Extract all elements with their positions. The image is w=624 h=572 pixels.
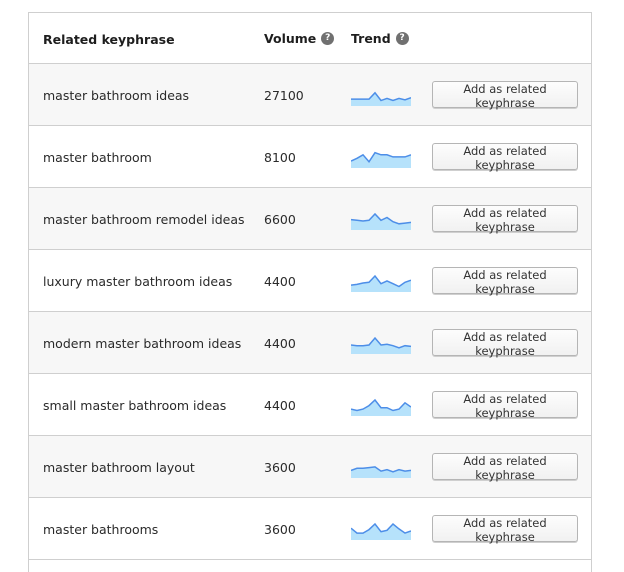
table-header: Related keyphrase Volume ? Trend ? [29, 13, 591, 64]
keyphrase-cell: small master bathroom ideas [43, 398, 227, 413]
table-body: master bathroom ideas 27100 Add as related… [29, 64, 591, 560]
add-related-keyphrase-button[interactable]: Add as related keyphrase [432, 329, 578, 358]
add-related-keyphrase-button[interactable]: Add as related keyphrase [432, 267, 578, 296]
keyphrase-cell: master bathroom remodel ideas [43, 212, 245, 227]
table-row: master bathrooms 3600 Add as related keyph… [29, 498, 591, 560]
trend-sparkline [351, 336, 411, 354]
add-related-keyphrase-button[interactable]: Add as related keyphrase [432, 81, 578, 110]
trend-line [351, 91, 411, 102]
keyphrase-cell: master bathroom [43, 150, 152, 165]
keyphrase-cell: luxury master bathroom ideas [43, 274, 233, 289]
trend-sparkline [351, 91, 411, 106]
table-row: luxury master bathroom ideas 4400 Add as r… [29, 250, 591, 312]
table-row: master bathroom ideas 27100 Add as related… [29, 64, 591, 126]
add-related-keyphrase-button[interactable]: Add as related keyphrase [432, 143, 578, 172]
add-related-keyphrase-button[interactable]: Add as related keyphrase [432, 205, 578, 234]
volume-help-icon[interactable]: ? [321, 32, 335, 45]
volume-cell: 4400 [264, 398, 296, 413]
header-trend-label: Trend [351, 31, 391, 46]
add-related-keyphrase-button[interactable]: Add as related keyphrase [432, 391, 578, 420]
add-related-keyphrase-button[interactable]: Add as related keyphrase [432, 515, 578, 544]
keyphrase-cell: master bathrooms [43, 522, 159, 537]
volume-cell: 6600 [264, 212, 296, 227]
trend-sparkline [351, 151, 411, 168]
related-keyphrases-table: Related keyphrase Volume ? Trend ? maste… [28, 12, 592, 572]
trend-sparkline [351, 212, 411, 230]
keyphrase-cell: modern master bathroom ideas [43, 336, 242, 351]
header-volume: Volume ? [264, 31, 335, 46]
trend-sparkline [351, 274, 411, 292]
header-volume-label: Volume [264, 31, 317, 46]
trend-sparkline [351, 398, 411, 416]
header-trend: Trend ? [351, 31, 409, 46]
add-related-keyphrase-button[interactable]: Add as related keyphrase [432, 453, 578, 482]
volume-cell: 4400 [264, 274, 296, 289]
volume-cell: 4400 [264, 336, 296, 351]
table-row: modern master bathroom ideas 4400 Add as r… [29, 312, 591, 374]
table-row: master bathroom layout 3600 Add as related… [29, 436, 591, 498]
table-row: master bathroom remodel ideas 6600 Add as … [29, 188, 591, 250]
keyphrase-cell: master bathroom layout [43, 460, 195, 475]
volume-cell: 3600 [264, 522, 296, 537]
volume-cell: 3600 [264, 460, 296, 475]
volume-cell: 8100 [264, 150, 296, 165]
table-row: small master bathroom ideas 4400 Add as re… [29, 374, 591, 436]
trend-line [351, 522, 411, 534]
header-related-keyphrase: Related keyphrase [43, 32, 175, 47]
volume-cell: 27100 [264, 88, 304, 103]
table-row: master bathroom 8100 Add as related keyphr… [29, 126, 591, 188]
trend-area [351, 214, 411, 230]
trend-sparkline [351, 466, 411, 478]
trend-sparkline [351, 522, 411, 540]
trend-help-icon[interactable]: ? [395, 32, 409, 45]
keyphrase-cell: master bathroom ideas [43, 88, 190, 103]
